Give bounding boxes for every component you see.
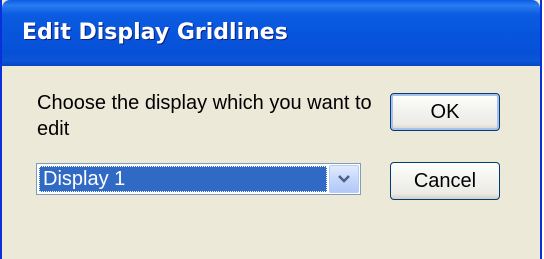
cancel-button[interactable]: Cancel: [390, 162, 500, 200]
dialog-body: Choose the display which you want to edi…: [2, 66, 540, 259]
display-select-value[interactable]: Display 1: [39, 166, 327, 192]
dialog-window: Edit Display Gridlines Choose the displa…: [0, 0, 542, 259]
display-select[interactable]: Display 1: [36, 163, 361, 195]
window-title: Edit Display Gridlines: [22, 20, 288, 45]
display-select-dropdown-button[interactable]: [329, 165, 359, 193]
prompt-label: Choose the display which you want to edi…: [37, 92, 372, 140]
chevron-down-icon: [338, 175, 350, 183]
ok-button[interactable]: OK: [390, 93, 500, 131]
title-bar[interactable]: Edit Display Gridlines: [2, 0, 540, 66]
